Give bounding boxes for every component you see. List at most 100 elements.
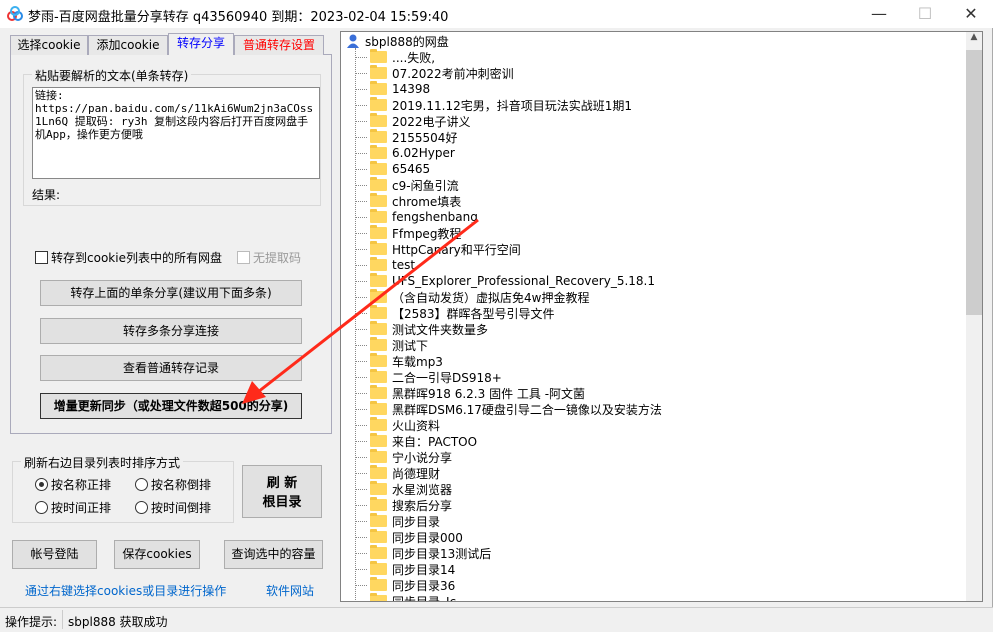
tree-folder-item[interactable]: 同步目录000: [341, 529, 463, 545]
folder-icon: [370, 307, 387, 319]
result-label: 结果:: [32, 186, 60, 203]
folder-icon: [370, 371, 387, 383]
tree-folder-item[interactable]: 测试下: [341, 337, 428, 353]
tree-folder-item[interactable]: 2155504好: [341, 129, 457, 145]
tree-folder-item[interactable]: 尚德理财: [341, 465, 440, 481]
tree-folder-item[interactable]: 【2583】群晖各型号引导文件: [341, 305, 555, 321]
tree-folder-item[interactable]: HttpCanary和平行空间: [341, 241, 521, 257]
history-button[interactable]: 查看普通转存记录: [40, 355, 302, 381]
scrollbar-thumb[interactable]: [966, 50, 982, 315]
tree-branch-line: [355, 313, 367, 314]
multi-transfer-button[interactable]: 转存多条分享连接: [40, 318, 302, 344]
website-link[interactable]: 软件网站: [266, 582, 314, 599]
tree-folder-item[interactable]: 搜索后分享: [341, 497, 452, 513]
sort-group-label: 刷新右边目录列表时排序方式: [21, 454, 183, 471]
tree-folder-item[interactable]: 黑群晖DSM6.17硬盘引导二合一镜像以及安装方法: [341, 401, 662, 417]
tree-folder-item[interactable]: 同步目录_Jc: [341, 593, 456, 602]
save-cookies-button[interactable]: 保存cookies: [114, 540, 200, 569]
tree-folder-item[interactable]: （含自动发货）虚拟店免4w押金教程: [341, 289, 589, 305]
no-code-checkbox[interactable]: 无提取码: [237, 249, 301, 266]
tree-folder-item[interactable]: test: [341, 257, 415, 273]
folder-icon: [370, 355, 387, 367]
minimize-button[interactable]: —: [856, 0, 902, 28]
folder-icon: [370, 547, 387, 559]
sort-name-desc-radio[interactable]: 按名称倒排: [135, 476, 211, 493]
tree-folder-item[interactable]: 2019.11.12宅男，抖音项目玩法实战班1期1: [341, 97, 632, 113]
tree-folder-item[interactable]: 测试文件夹数量多: [341, 321, 488, 337]
checkbox-label: 无提取码: [253, 249, 301, 266]
tree-folder-item[interactable]: 07.2022考前冲刺密训: [341, 65, 514, 81]
tree-folder-item[interactable]: 车载mp3: [341, 353, 443, 369]
tree-branch-line: [355, 585, 367, 586]
tree-folder-item[interactable]: chrome填表: [341, 193, 461, 209]
tree-branch-line: [355, 409, 367, 410]
tree-folder-item[interactable]: 14398: [341, 81, 430, 97]
hint-link[interactable]: 通过右键选择cookies或目录进行操作: [25, 582, 226, 599]
tree-folder-item[interactable]: 火山资料: [341, 417, 440, 433]
folder-icon: [370, 515, 387, 527]
scroll-up-icon[interactable]: ▲: [966, 32, 982, 48]
sort-time-desc-radio[interactable]: 按时间倒排: [135, 499, 211, 516]
tree-folder-item[interactable]: ....失败,: [341, 49, 435, 65]
tab-normal-transfer-settings[interactable]: 普通转存设置: [234, 35, 324, 55]
incremental-sync-button[interactable]: 增量更新同步（或处理文件数超500的分享): [40, 393, 302, 419]
folder-icon: [370, 339, 387, 351]
tree-folder-item[interactable]: 同步目录36: [341, 577, 455, 593]
directory-tree[interactable]: sbpl888的网盘 ....失败,07.2022考前冲刺密训143982019…: [340, 31, 983, 602]
tree-folder-item[interactable]: 2022电子讲义: [341, 113, 471, 129]
folder-icon: [370, 435, 387, 447]
checkbox-label: 转存到cookie列表中的所有网盘: [51, 249, 222, 266]
tree-branch-line: [355, 297, 367, 298]
folder-name: UFS_Explorer_Professional_Recovery_5.18.…: [392, 274, 655, 288]
tree-folder-item[interactable]: 同步目录: [341, 513, 440, 529]
folder-icon: [370, 291, 387, 303]
folder-name: HttpCanary和平行空间: [392, 241, 521, 258]
tab-add-cookie[interactable]: 添加cookie: [88, 35, 168, 55]
folder-icon: [370, 531, 387, 543]
tree-branch-line: [355, 281, 367, 282]
tree-folder-item[interactable]: 水星浏览器: [341, 481, 452, 497]
tree-folder-item[interactable]: 宁小说分享: [341, 449, 452, 465]
tree-branch-line: [355, 153, 367, 154]
folder-name: 黑群晖DSM6.17硬盘引导二合一镜像以及安装方法: [392, 401, 662, 418]
tree-branch-line: [355, 233, 367, 234]
folder-name: 宁小说分享: [392, 449, 452, 466]
folder-icon: [370, 419, 387, 431]
tree-folder-item[interactable]: 同步目录13测试后: [341, 545, 491, 561]
tree-folder-item[interactable]: c9-闲鱼引流: [341, 177, 459, 193]
folder-name: 同步目录000: [392, 529, 463, 546]
tree-branch-line: [355, 425, 367, 426]
folder-name: 6.02Hyper: [392, 146, 455, 160]
paste-group-label: 粘贴要解析的文本(单条转存): [32, 67, 191, 84]
single-transfer-button[interactable]: 转存上面的单条分享(建议用下面多条): [40, 280, 302, 306]
tree-root[interactable]: sbpl888的网盘: [345, 33, 449, 49]
tab-transfer-share[interactable]: 转存分享: [168, 33, 234, 55]
tree-folder-item[interactable]: 黑群晖918 6.2.3 固件 工具 -阿文菌: [341, 385, 585, 401]
tree-folder-item[interactable]: UFS_Explorer_Professional_Recovery_5.18.…: [341, 273, 655, 289]
tree-folder-item[interactable]: 二合一引导DS918+: [341, 369, 502, 385]
folder-name: 同步目录14: [392, 561, 455, 578]
refresh-root-button[interactable]: 刷 新 根目录: [242, 465, 322, 518]
tree-branch-line: [355, 249, 367, 250]
tree-folder-item[interactable]: 65465: [341, 161, 430, 177]
share-text-input[interactable]: 链接: https://pan.baidu.com/s/11kAi6Wum2jn…: [32, 87, 320, 179]
tree-folder-item[interactable]: 同步目录14: [341, 561, 455, 577]
folder-icon: [370, 131, 387, 143]
tree-branch-line: [355, 169, 367, 170]
login-button[interactable]: 帐号登陆: [12, 540, 97, 569]
tree-branch-line: [355, 137, 367, 138]
sort-time-asc-radio[interactable]: 按时间正排: [35, 499, 111, 516]
tab-select-cookie[interactable]: 选择cookie: [10, 35, 88, 55]
folder-name: ....失败,: [392, 49, 435, 66]
folder-icon: [370, 451, 387, 463]
tree-folder-item[interactable]: 6.02Hyper: [341, 145, 455, 161]
all-cookies-checkbox[interactable]: 转存到cookie列表中的所有网盘: [35, 249, 222, 266]
tree-scrollbar[interactable]: ▲: [966, 32, 982, 601]
close-button[interactable]: ✕: [948, 0, 994, 28]
query-capacity-button[interactable]: 查询选中的容量: [224, 540, 323, 569]
tree-folder-item[interactable]: Ffmpeg教程: [341, 225, 461, 241]
sort-name-asc-radio[interactable]: 按名称正排: [35, 476, 111, 493]
tree-folder-item[interactable]: fengshenbang: [341, 209, 478, 225]
tree-folder-item[interactable]: 来自：PACTOO: [341, 433, 477, 449]
maximize-button[interactable]: ☐: [902, 0, 948, 28]
